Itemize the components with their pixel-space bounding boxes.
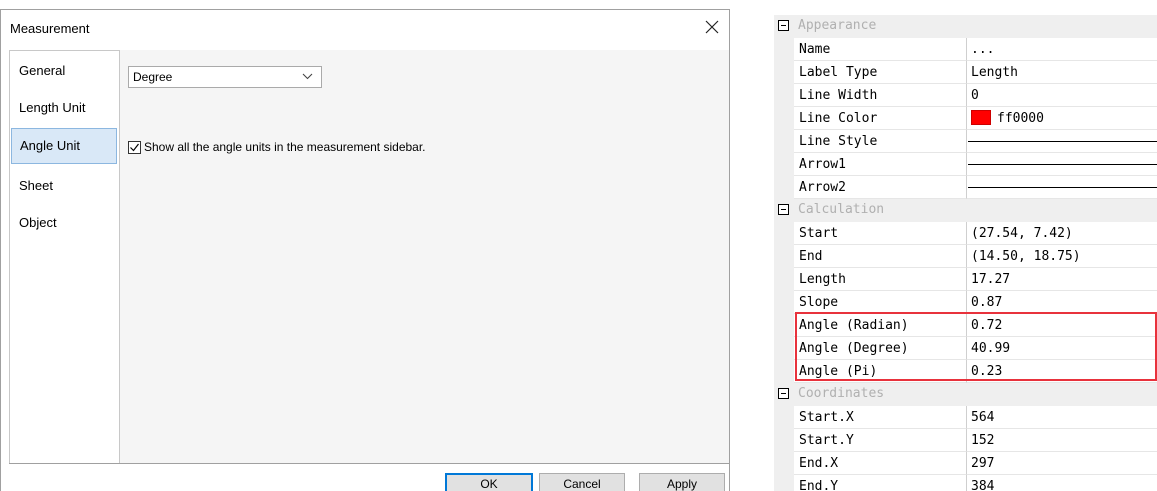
property-value[interactable]: 0 <box>967 84 1157 107</box>
property-name: Start <box>794 222 967 245</box>
chevron-down-icon <box>302 73 313 80</box>
property-value[interactable]: 40.99 <box>967 337 1157 360</box>
property-value[interactable] <box>967 176 1157 199</box>
property-name: Start.Y <box>794 429 967 452</box>
property-row-end-y[interactable]: End.Y 384 <box>774 475 1157 491</box>
collapse-toggle-icon[interactable] <box>778 204 789 215</box>
property-name: End.X <box>794 452 967 475</box>
property-value[interactable]: 564 <box>967 406 1157 429</box>
sidebar-item-sheet[interactable]: Sheet <box>10 168 119 204</box>
category-appearance[interactable]: Appearance <box>774 15 1157 38</box>
property-row-name[interactable]: Name ... <box>774 38 1157 61</box>
property-name: Angle (Radian) <box>794 314 967 337</box>
property-name: Line Width <box>794 84 967 107</box>
property-name: End <box>794 245 967 268</box>
property-value[interactable]: (14.50, 18.75) <box>967 245 1157 268</box>
sidebar-item-angle-unit[interactable]: Angle Unit <box>11 128 117 164</box>
cancel-button[interactable]: Cancel <box>539 473 625 491</box>
property-row-line-color[interactable]: Line Color ff0000 <box>774 107 1157 130</box>
property-name: Length <box>794 268 967 291</box>
property-name: Arrow1 <box>794 153 967 176</box>
property-value[interactable] <box>967 153 1157 176</box>
measurement-dialog: Measurement General Length Unit Angle Un… <box>0 9 730 491</box>
sidebar-item-general[interactable]: General <box>10 53 119 89</box>
angle-unit-select[interactable]: Degree <box>128 66 322 88</box>
angle-unit-panel: Degree Show all the angle units in the m… <box>120 50 729 472</box>
property-row-angle-radian[interactable]: Angle (Radian) 0.72 <box>774 314 1157 337</box>
category-coordinates[interactable]: Coordinates <box>774 383 1157 406</box>
property-row-angle-pi[interactable]: Angle (Pi) 0.23 <box>774 360 1157 383</box>
property-grid: Appearance Name ... Label Type Length Li… <box>774 15 1157 491</box>
property-row-length[interactable]: Length 17.27 <box>774 268 1157 291</box>
property-value[interactable]: 0.87 <box>967 291 1157 314</box>
property-row-line-style[interactable]: Line Style <box>774 130 1157 153</box>
show-all-units-checkbox[interactable] <box>128 140 141 154</box>
property-row-arrow1[interactable]: Arrow1 <box>774 153 1157 176</box>
line-color-text: ff0000 <box>997 111 1044 126</box>
property-value[interactable]: (27.54, 7.42) <box>967 222 1157 245</box>
arrow2-preview <box>968 187 1157 188</box>
property-value[interactable]: 0.23 <box>967 360 1157 383</box>
property-value[interactable]: ff0000 <box>967 107 1157 130</box>
property-row-arrow2[interactable]: Arrow2 <box>774 176 1157 199</box>
collapse-toggle-icon[interactable] <box>778 388 789 399</box>
property-value[interactable]: 152 <box>967 429 1157 452</box>
sidebar-item-object[interactable]: Object <box>10 205 119 241</box>
close-icon <box>705 20 719 34</box>
property-row-end[interactable]: End (14.50, 18.75) <box>774 245 1157 268</box>
property-value[interactable]: ... <box>967 38 1157 61</box>
property-row-start-y[interactable]: Start.Y 152 <box>774 429 1157 452</box>
property-name: End.Y <box>794 475 967 491</box>
property-value[interactable] <box>967 130 1157 153</box>
collapse-toggle-icon[interactable] <box>778 20 789 31</box>
property-name: Start.X <box>794 406 967 429</box>
show-all-units-label: Show all the angle units in the measurem… <box>144 140 426 154</box>
property-row-line-width[interactable]: Line Width 0 <box>774 84 1157 107</box>
property-name: Angle (Degree) <box>794 337 967 360</box>
property-row-start-x[interactable]: Start.X 564 <box>774 406 1157 429</box>
category-calculation[interactable]: Calculation <box>774 199 1157 222</box>
close-button[interactable] <box>695 10 729 44</box>
property-row-label-type[interactable]: Label Type Length <box>774 61 1157 84</box>
sidebar-item-length-unit[interactable]: Length Unit <box>10 90 119 126</box>
property-name: Label Type <box>794 61 967 84</box>
dialog-footer: OK Cancel Apply <box>9 463 729 491</box>
property-value[interactable]: 384 <box>967 475 1157 491</box>
show-all-units-row: Show all the angle units in the measurem… <box>128 140 426 154</box>
color-swatch <box>971 110 991 125</box>
property-value[interactable]: 297 <box>967 452 1157 475</box>
property-row-angle-degree[interactable]: Angle (Degree) 40.99 <box>774 337 1157 360</box>
property-name: Line Style <box>794 130 967 153</box>
checkmark-icon <box>130 143 139 151</box>
property-name: Name <box>794 38 967 61</box>
dialog-titlebar: Measurement <box>1 10 729 46</box>
property-name: Angle (Pi) <box>794 360 967 383</box>
dialog-title: Measurement <box>10 21 90 36</box>
property-value[interactable]: 17.27 <box>967 268 1157 291</box>
property-name: Slope <box>794 291 967 314</box>
apply-button[interactable]: Apply <box>639 473 725 491</box>
line-style-preview <box>968 141 1157 142</box>
category-label: Calculation <box>798 202 885 217</box>
property-value[interactable]: Length <box>967 61 1157 84</box>
property-row-slope[interactable]: Slope 0.87 <box>774 291 1157 314</box>
category-label: Coordinates <box>798 386 885 401</box>
category-label: Appearance <box>798 18 877 33</box>
property-row-end-x[interactable]: End.X 297 <box>774 452 1157 475</box>
ok-button[interactable]: OK <box>445 473 533 491</box>
settings-sidebar: General Length Unit Angle Unit Sheet Obj… <box>9 50 120 472</box>
property-row-start[interactable]: Start (27.54, 7.42) <box>774 222 1157 245</box>
arrow1-preview <box>968 164 1157 165</box>
angle-unit-select-value: Degree <box>133 70 173 84</box>
property-name: Line Color <box>794 107 967 130</box>
property-value[interactable]: 0.72 <box>967 314 1157 337</box>
property-name: Arrow2 <box>794 176 967 199</box>
